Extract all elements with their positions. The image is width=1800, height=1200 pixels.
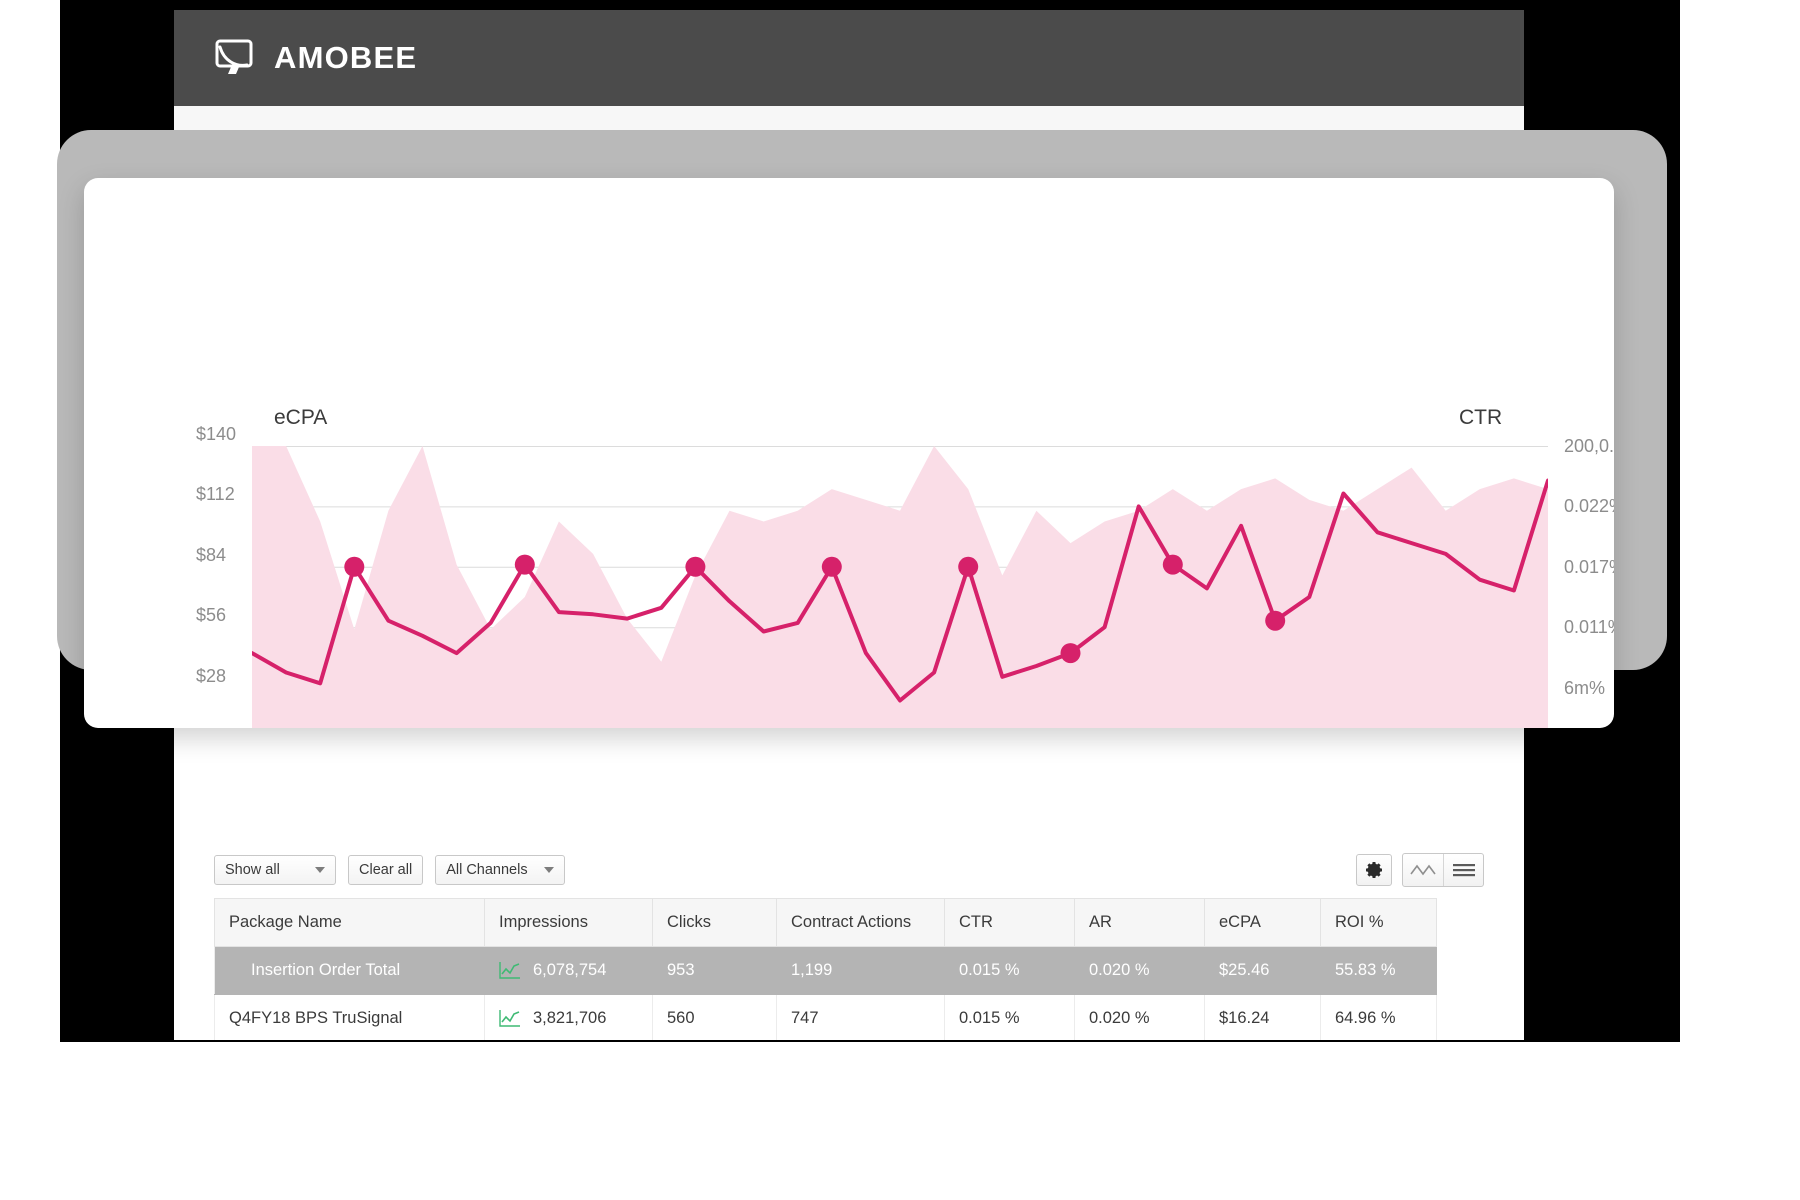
package-name-text: Insertion Order Total (251, 961, 401, 979)
col-impressions[interactable]: Impressions (484, 898, 653, 947)
y-tick-left: $0 (196, 726, 216, 728)
cell-package-name: Q4FY18 BPS TruSignal (214, 994, 485, 1040)
cell-ar: 0.020 % (1074, 994, 1205, 1040)
data-point-marker[interactable] (514, 554, 535, 575)
chart-plot-area (252, 446, 1548, 728)
app-header: AMOBEE (174, 10, 1524, 106)
cell-impressions: 6,078,754 (484, 946, 653, 995)
y-tick-right: 200,0.028% (1564, 436, 1614, 456)
y-tick-right: 0.017% (1564, 556, 1614, 577)
col-contract-actions[interactable]: Contract Actions (776, 898, 945, 947)
monitor-icon (214, 38, 258, 78)
all-channels-label: All Channels (446, 862, 528, 878)
cell-roi: 64.96 % (1320, 994, 1437, 1040)
impressions-value: 3,821,706 (533, 1009, 607, 1027)
col-package-name[interactable]: Package Name (214, 898, 485, 947)
line-chart-icon (1410, 863, 1436, 877)
cell-clicks: 953 (652, 946, 777, 995)
data-point-marker[interactable] (685, 556, 706, 577)
all-channels-dropdown[interactable]: All Channels (435, 855, 566, 885)
data-point-marker[interactable] (1060, 643, 1081, 664)
chevron-down-icon (315, 867, 325, 873)
chevron-down-icon (544, 867, 555, 873)
y-axis-left-title: eCPA (274, 406, 328, 429)
cell-clicks: 560 (652, 994, 777, 1040)
data-point-marker[interactable] (958, 556, 979, 577)
toolbar-right-group (1356, 853, 1484, 887)
col-roi[interactable]: ROI % (1320, 898, 1437, 947)
chart-card: eCPA CTR $140 $112 $84 $56 $28 $0 200,0.028% 0… (84, 178, 1614, 728)
sparkline-icon[interactable] (499, 961, 521, 979)
settings-button[interactable] (1356, 854, 1392, 886)
cell-ecpa: $16.24 (1204, 994, 1321, 1040)
sparkline-icon[interactable] (499, 1009, 521, 1027)
cell-contract-actions: 1,199 (776, 946, 945, 995)
y-tick-left: $28 (196, 665, 227, 686)
col-ctr[interactable]: CTR (944, 898, 1075, 947)
cell-roi: 55.83 % (1320, 946, 1437, 995)
clear-all-label: Clear all (359, 862, 413, 878)
y-tick-right: 0.022% (1564, 496, 1614, 517)
brand[interactable]: AMOBEE (214, 38, 417, 78)
cell-ctr: 0.015 % (944, 946, 1075, 995)
col-ar[interactable]: AR (1074, 898, 1205, 947)
show-all-dropdown[interactable]: Show all (214, 855, 336, 885)
table-body: Insertion Order Total 6,078,754 953 1,199 0.… (214, 946, 1437, 1040)
y-tick-left: $140 (196, 424, 237, 444)
data-point-marker[interactable] (1162, 554, 1183, 575)
cell-ecpa: $25.46 (1204, 946, 1321, 995)
list-view-icon (1452, 863, 1476, 877)
y-tick-left: $112 (196, 484, 235, 505)
cell-ar: 0.020 % (1074, 946, 1205, 995)
col-ecpa[interactable]: eCPA (1204, 898, 1321, 947)
packages-table: Package Name Impressions Clicks Contract… (214, 898, 1437, 1040)
y-tick-left: $56 (196, 605, 227, 626)
table-row[interactable]: Q4FY18 BPS TruSignal 3,821,706 560 747 0.015… (214, 994, 1437, 1040)
cell-impressions: 3,821,706 (484, 994, 653, 1040)
impressions-value: 6,078,754 (533, 961, 607, 979)
package-name-text: Q4FY18 BPS TruSignal (229, 1009, 403, 1027)
clear-all-button[interactable]: Clear all (348, 855, 424, 885)
data-point-marker[interactable] (821, 556, 842, 577)
gear-icon (1364, 860, 1384, 880)
y-axis-right-title: CTR (1459, 406, 1503, 429)
chart-view-button[interactable] (1403, 854, 1443, 886)
show-all-label: Show all (225, 862, 280, 878)
brand-name: AMOBEE (274, 40, 418, 75)
cell-contract-actions: 747 (776, 994, 945, 1040)
cell-ctr: 0.015 % (944, 994, 1075, 1040)
table-toolbar: Show all Clear all All Channels (214, 842, 1484, 898)
view-toggle-group (1402, 853, 1484, 887)
col-clicks[interactable]: Clicks (652, 898, 777, 947)
y-tick-right: 6m% (1564, 677, 1606, 698)
data-point-marker[interactable] (344, 556, 365, 577)
list-view-button[interactable] (1443, 854, 1483, 886)
table-section: Show all Clear all All Channels Package … (174, 842, 1524, 1040)
screenshot-root: AMOBEE HP Inc NA - PHD / Campaigns Adver… (0, 0, 1800, 1200)
table-row[interactable]: Insertion Order Total 6,078,754 953 1,199 0.… (214, 946, 1437, 995)
data-point-marker[interactable] (1265, 610, 1286, 631)
chart-svg (252, 446, 1548, 728)
y-tick-left: $84 (196, 544, 227, 565)
y-tick-right: 0.011% (1564, 617, 1614, 638)
table-header-row: Package Name Impressions Clicks Contract… (214, 898, 1437, 947)
cell-package-name: Insertion Order Total (214, 946, 485, 995)
